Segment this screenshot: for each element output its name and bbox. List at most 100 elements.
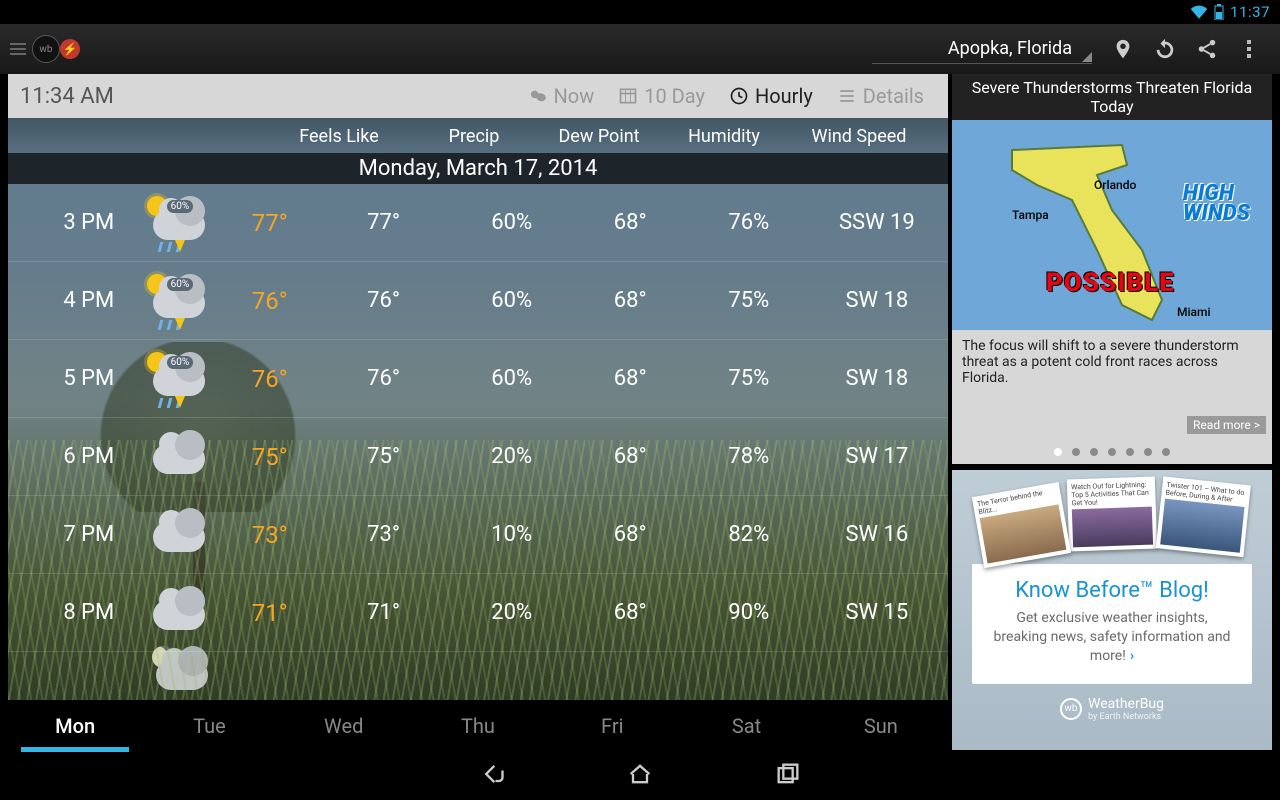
day-tab[interactable]: Fri (545, 700, 679, 752)
map-label-miami: Miami (1177, 305, 1211, 319)
day-tab[interactable]: Wed (277, 700, 411, 752)
weather-icon (132, 586, 227, 640)
read-more-button[interactable]: Read more > (1187, 416, 1266, 434)
hour-humidity: 75% (692, 288, 806, 313)
blog-promo-card[interactable]: The Terror behind the Blitz...Watch Out … (952, 470, 1272, 750)
wifi-icon (1190, 5, 1208, 19)
carousel-dot[interactable] (1090, 448, 1098, 456)
hour-time: 3 PM (8, 210, 132, 235)
carousel-dot[interactable] (1162, 448, 1170, 456)
chevron-right-icon: › (1130, 648, 1134, 664)
share-button[interactable] (1186, 24, 1228, 74)
map-label-tampa: Tampa (1012, 208, 1049, 222)
col-wind-speed: Wind Speed (784, 126, 934, 147)
hourly-row[interactable]: 4 PM60%76°76°60%68°75%SW 18 (8, 262, 948, 340)
app-logo[interactable]: wb (32, 35, 60, 63)
weather-icon: 60% (132, 196, 227, 250)
news-card[interactable]: Severe Thunderstorms Threaten Florida To… (952, 74, 1272, 464)
hour-dew: 68° (569, 366, 692, 391)
weatherbug-brand: wb WeatherBugby Earth Networks (1060, 696, 1164, 722)
hour-dew: 68° (569, 600, 692, 625)
day-tab[interactable]: Thu (411, 700, 545, 752)
hour-precip: 60% (455, 288, 569, 313)
hourly-row[interactable]: 7 PM73°73°10%68°82%SW 16 (8, 496, 948, 574)
refresh-button[interactable] (1144, 24, 1186, 74)
hour-feels: 75° (312, 444, 454, 469)
hour-wind: SW 18 (806, 366, 948, 391)
day-tab[interactable]: Sat (679, 700, 813, 752)
blog-thumb: Twister 101 – What to do Before, During … (1156, 476, 1251, 557)
overflow-menu-button[interactable] (1228, 24, 1270, 74)
nav-recent-button[interactable] (774, 760, 802, 792)
hour-temp: 73° (227, 521, 312, 549)
nav-back-button[interactable] (478, 760, 506, 792)
hour-temp: 71° (227, 599, 312, 627)
blog-thumbnails: The Terror behind the Blitz...Watch Out … (975, 473, 1249, 554)
blog-subtitle: Get exclusive weather insights, breaking… (988, 609, 1236, 666)
carousel-dot[interactable] (1126, 448, 1134, 456)
view-mode-bar: 11:34 AM Now 10 Day Hourly Details (8, 74, 948, 118)
hour-humidity: 82% (692, 522, 806, 547)
hourly-row[interactable]: 5 PM60%76°76°60%68°75%SW 18 (8, 340, 948, 418)
blog-title: Know Before™ Blog! (988, 578, 1236, 603)
hour-feels: 73° (312, 522, 454, 547)
blog-thumb: Watch Out for Lightning: Top 5 Activitie… (1067, 476, 1157, 551)
hour-precip: 10% (455, 522, 569, 547)
hour-humidity: 78% (692, 444, 806, 469)
day-tab[interactable]: Sun (814, 700, 948, 752)
hour-time: 6 PM (8, 444, 132, 469)
hour-temp: 77° (227, 209, 312, 237)
hour-wind: SW 18 (806, 288, 948, 313)
carousel-dot[interactable] (1072, 448, 1080, 456)
news-body: The focus will shift to a severe thunder… (952, 330, 1272, 464)
hour-dew: 68° (569, 444, 692, 469)
col-precip: Precip (414, 126, 534, 147)
weather-icon (132, 508, 227, 562)
hour-humidity: 75% (692, 366, 806, 391)
android-status-bar: 11:37 (0, 0, 1280, 24)
hour-precip: 60% (455, 366, 569, 391)
map-possible: POSSIBLE (1046, 268, 1175, 298)
hour-time: 8 PM (8, 600, 132, 625)
tab-details[interactable]: Details (825, 84, 936, 108)
col-feels-like: Feels Like (264, 126, 414, 147)
alert-bolt-icon[interactable]: ⚡ (60, 39, 80, 59)
hour-precip: 60% (455, 210, 569, 235)
hour-temp: 75° (227, 443, 312, 471)
nav-home-button[interactable] (626, 760, 654, 792)
carousel-dot[interactable] (1108, 448, 1116, 456)
hourly-row[interactable]: 3 PM60%77°77°60%68°76%SSW 19 (8, 184, 948, 262)
dropdown-triangle-icon (1082, 52, 1092, 62)
day-tab[interactable]: Tue (142, 700, 276, 752)
tab-now[interactable]: Now (516, 84, 607, 108)
carousel-dot[interactable] (1054, 448, 1062, 456)
location-picker[interactable]: Apopka, Florida (872, 34, 1092, 64)
app-action-bar: wb ⚡ Apopka, Florida (0, 24, 1280, 74)
hour-time: 7 PM (8, 522, 132, 547)
hour-wind: SSW 19 (806, 210, 948, 235)
weather-icon: 60% (132, 352, 227, 406)
hourly-row[interactable]: 8 PM71°71°20%68°90%SW 15 (8, 574, 948, 652)
hour-wind: SW 17 (806, 444, 948, 469)
day-tab[interactable]: Mon (8, 700, 142, 752)
hour-time: 4 PM (8, 288, 132, 313)
hour-wind: SW 16 (806, 522, 948, 547)
android-nav-bar (0, 752, 1280, 800)
carousel-dots[interactable] (952, 448, 1272, 456)
weather-icon (132, 430, 227, 484)
date-header: Monday, March 17, 2014 (8, 153, 948, 184)
hour-temp: 76° (227, 365, 312, 393)
updated-time: 11:34 AM (20, 84, 516, 109)
locate-button[interactable] (1102, 24, 1144, 74)
hourly-row[interactable]: 6 PM75°75°20%68°78%SW 17 (8, 418, 948, 496)
tab-10day[interactable]: 10 Day (606, 84, 717, 108)
tab-hourly[interactable]: Hourly (717, 84, 825, 108)
partial-next-row-icon (148, 646, 218, 700)
side-panel: Severe Thunderstorms Threaten Florida To… (952, 74, 1272, 752)
hourly-forecast[interactable]: Feels Like Precip Dew Point Humidity Win… (8, 118, 948, 752)
hour-time: 5 PM (8, 366, 132, 391)
menu-icon[interactable] (10, 43, 26, 55)
news-headline: Severe Thunderstorms Threaten Florida To… (952, 74, 1272, 120)
weatherbug-logo-icon: wb (1060, 698, 1082, 720)
carousel-dot[interactable] (1144, 448, 1152, 456)
